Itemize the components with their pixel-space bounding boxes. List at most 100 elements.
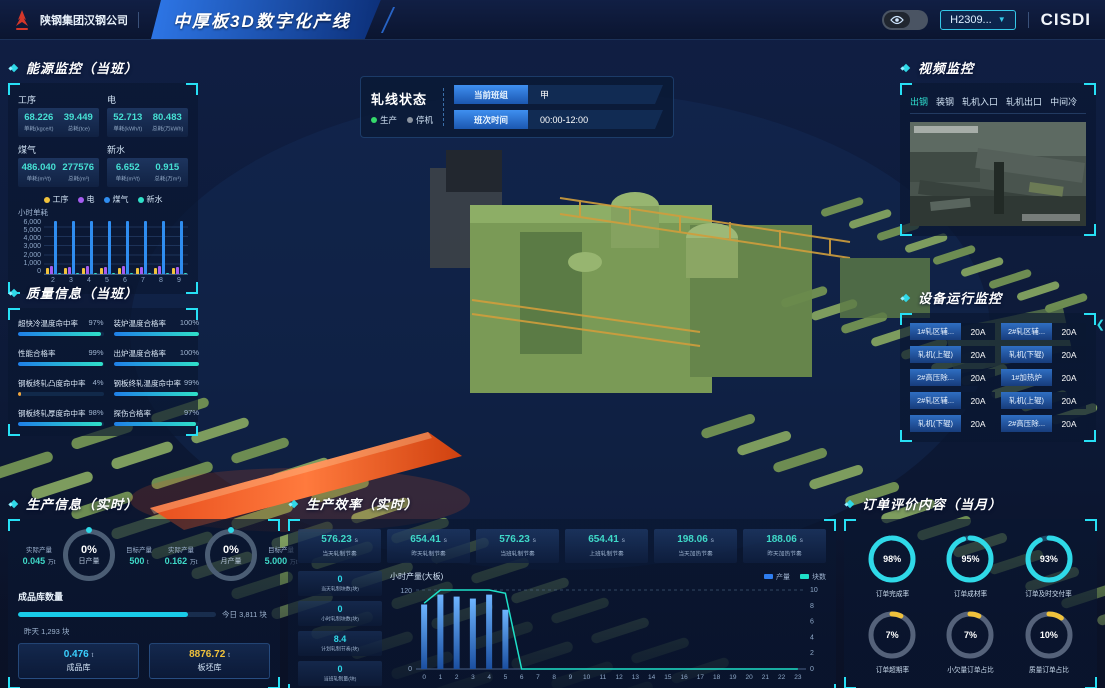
efficiency-stat-value: 654.41 s	[567, 534, 646, 545]
energy-metric: 68.226 单耗(kgce/t)	[19, 112, 59, 133]
device-current-value: 20A	[961, 392, 995, 409]
video-tab[interactable]: 出钢	[910, 93, 928, 113]
efficiency-mini-stat: 8.4 计划轧制节奏(块)	[298, 631, 382, 656]
legend-item: 煤气	[104, 194, 129, 205]
production-panel-header: 生产信息（实时）	[8, 494, 280, 513]
dashboard-root: 陕钢集团汉钢公司 中厚板3D数字化产线 H2309... ▼ CISDI	[0, 0, 1105, 688]
monthly-output-gauge-group: 实际产量 0.162 万t 0% 月产量 目标产量 5.000 万t	[160, 529, 302, 581]
video-tab[interactable]: 电加热	[1085, 93, 1086, 113]
efficiency-stat: 576.23 s 当班轧制节奏	[476, 529, 559, 563]
visibility-toggle[interactable]	[882, 10, 928, 30]
quality-panel: 质量信息（当班） 超快冷温度命中率 97% 装炉温度合格率	[8, 283, 198, 436]
svg-text:21: 21	[762, 674, 770, 681]
energy-label: 单耗(m³/t)	[111, 174, 145, 183]
order-ring-value: 98%	[866, 533, 918, 585]
legend-dot	[138, 197, 144, 203]
svg-text:5: 5	[504, 674, 508, 681]
mini-stat-label: 小时轧制块数(块)	[307, 615, 373, 622]
legend-label: 煤气	[113, 195, 129, 204]
order-ring-graphic: 98%	[866, 533, 918, 585]
order-ring-label: 订单及时交付率	[1026, 589, 1073, 599]
energy-group: 工序 68.226 单耗(kgce/t) 39.449 总耗(tce)	[18, 93, 99, 137]
hourly-output-chart-area: 小时产量(大板) 产量块数 12001086420012345678910111…	[390, 571, 826, 686]
svg-text:4: 4	[487, 674, 491, 681]
mini-stat-value: 8.4	[300, 634, 380, 644]
energy-metric: 486.040 单耗(m³/t)	[19, 162, 59, 183]
status-pill-key: 当前班组	[454, 85, 528, 104]
line-status-left: 轧线状态 生产停机	[371, 89, 433, 126]
daily-output-ring: 0% 日产量	[63, 529, 115, 581]
status-pill-key: 班次时间	[454, 110, 528, 129]
video-tab[interactable]: 中间冷	[1050, 93, 1077, 113]
energy-group-name: 新水	[107, 143, 188, 156]
device-cell: 轧机(下辊) 20A	[1001, 346, 1086, 363]
efficiency-panel-title: 生产效率（实时）	[306, 494, 418, 513]
panel-collapse-handle[interactable]: ❮	[1096, 318, 1105, 331]
quality-bar-fill	[18, 392, 21, 396]
daily-output-name: 日产量	[79, 556, 100, 566]
energy-group-box: 6.652 单耗(m³/t) 0.915 总耗(万m³)	[107, 158, 188, 187]
monthly-output-name: 月产量	[221, 556, 242, 566]
device-label: 2#轧区辅...	[1001, 323, 1052, 340]
energy-label: 单耗(m³/t)	[22, 174, 56, 183]
quality-bar-track	[114, 392, 200, 396]
svg-text:120: 120	[400, 588, 412, 595]
video-panel: 视频监控 出钢装钢轧机入口轧机出口中间冷电加热	[900, 58, 1096, 236]
device-current-value: 20A	[1052, 392, 1086, 409]
production-panel-title: 生产信息（实时）	[26, 494, 138, 513]
warehouse-cards: 0.476 t 成品库 8876.72 t 板坯库	[18, 643, 270, 679]
efficiency-stat-label: 上班轧制节奏	[572, 549, 642, 558]
device-current-value: 20A	[1052, 369, 1086, 386]
video-feed[interactable]	[910, 122, 1086, 226]
legend-item: 电	[78, 194, 95, 205]
legend-swatch	[800, 574, 809, 579]
diamond-icon	[844, 498, 856, 510]
video-tab[interactable]: 轧机入口	[962, 93, 998, 113]
quality-value: 97%	[184, 408, 199, 419]
energy-metric: 39.449 总耗(tce)	[59, 112, 99, 133]
device-label: 2#轧区辅...	[910, 392, 961, 409]
mini-stat-label: 当班轧制量(块)	[307, 675, 373, 682]
svg-text:7: 7	[536, 674, 540, 681]
efficiency-stat-label: 当天轧制节奏	[305, 549, 375, 558]
efficiency-stat-label: 当班轧制节奏	[483, 549, 553, 558]
energy-label: 总耗(m³)	[61, 174, 95, 183]
target-output-value: 500 t	[118, 556, 160, 566]
quality-item-top: 超快冷温度命中率 97%	[18, 318, 104, 329]
order-ring-value: 95%	[944, 533, 996, 585]
diamond-icon	[288, 498, 300, 510]
diamond-icon	[8, 287, 20, 299]
efficiency-stat: 188.06 s 昨天加热节奏	[743, 529, 826, 563]
svg-text:10: 10	[810, 587, 818, 594]
hourly-chart-title: 小时产量(大板)	[390, 571, 443, 582]
legend-label: 电	[87, 195, 95, 204]
device-label: 2#高压除...	[910, 369, 961, 386]
video-tab[interactable]: 轧机出口	[1006, 93, 1042, 113]
mini-stat-value: 0	[300, 574, 380, 584]
energy-group-name: 工序	[18, 93, 99, 106]
efficiency-stat-value: 198.06 s	[656, 534, 735, 545]
efficiency-stat-value: 654.41 s	[389, 534, 468, 545]
stock-bar-track	[18, 612, 216, 617]
quality-value: 98%	[89, 408, 104, 419]
svg-text:19: 19	[729, 674, 737, 681]
production-panel: 生产信息（实时） 实际产量 0.045 万t 0% 日产量 目标产量 500 t	[8, 494, 280, 688]
efficiency-mini-stats: 0 当天轧制块数(块) 0 小时轧制块数(块) 8.4 计划轧制节奏(块) 0 …	[298, 571, 382, 686]
quality-value: 99%	[89, 348, 104, 359]
legend-label: 新水	[147, 195, 163, 204]
energy-group: 电 52.713 单耗(kWh/t) 80.483 总耗(万kWh)	[107, 93, 188, 137]
video-tab[interactable]: 装钢	[936, 93, 954, 113]
target-output: 目标产量 500 t	[118, 544, 160, 566]
legend-dot	[104, 197, 110, 203]
efficiency-panel: 生产效率（实时） 576.23 s 当天轧制节奏 654.41 s 昨天轧制节奏…	[288, 494, 836, 688]
svg-text:8: 8	[552, 674, 556, 681]
order-ring: 95% 订单成材率	[932, 533, 1008, 599]
quality-value: 100%	[180, 318, 199, 329]
status-divider	[443, 88, 444, 126]
legend-item: 新水	[138, 194, 163, 205]
quality-item: 探伤合格率 97%	[114, 408, 200, 426]
company-name: 陕钢集团汉钢公司	[40, 12, 128, 28]
order-ring: 7% 订单超期率	[854, 609, 930, 675]
heat-number-select[interactable]: H2309... ▼	[940, 10, 1016, 30]
svg-text:16: 16	[681, 674, 689, 681]
